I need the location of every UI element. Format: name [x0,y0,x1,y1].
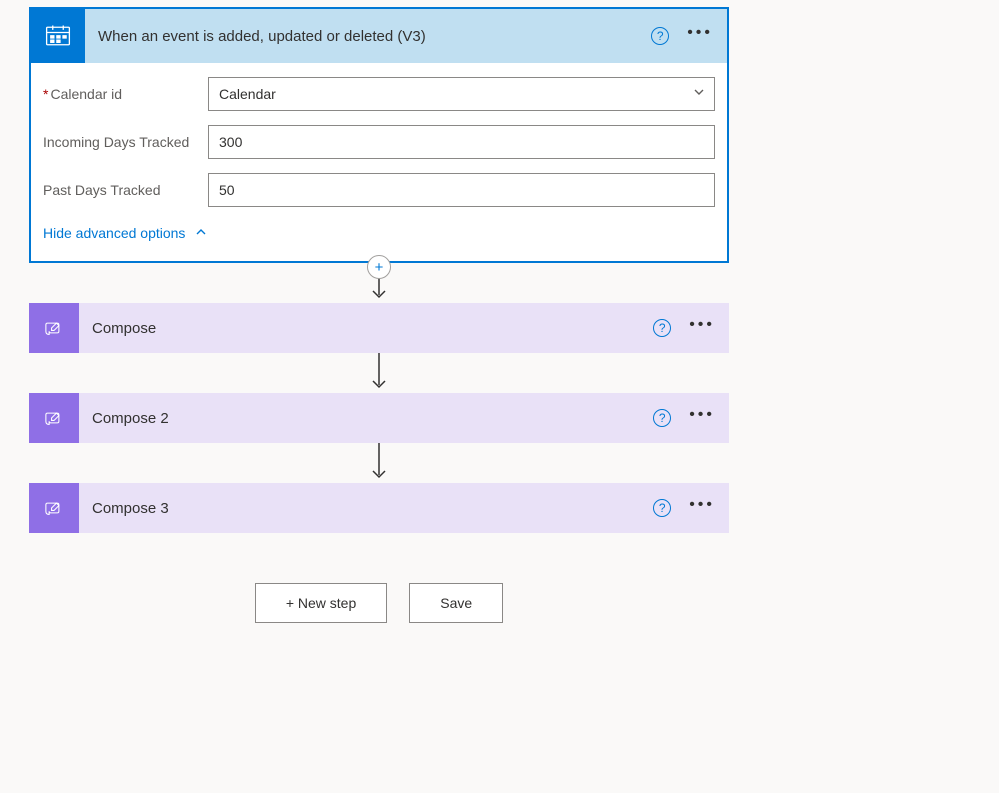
compose-icon [29,483,79,533]
step-title: Compose [79,320,653,337]
button-row: + New step Save [255,583,503,623]
connector [369,353,389,393]
past-days-label: Past Days Tracked [43,182,208,198]
help-icon[interactable]: ? [651,27,669,45]
compose-step-1[interactable]: Compose ? ••• [29,303,729,353]
chevron-up-icon [195,225,207,241]
add-step-button[interactable]: + [367,255,391,279]
more-menu[interactable]: ••• [689,317,715,339]
save-button[interactable]: Save [409,583,503,623]
compose-step-3[interactable]: Compose 3 ? ••• [29,483,729,533]
help-icon[interactable]: ? [653,499,671,517]
compose-icon [29,303,79,353]
incoming-days-input[interactable] [208,125,715,159]
past-days-input[interactable] [208,173,715,207]
compose-icon [29,393,79,443]
outlook-icon [31,9,85,63]
trigger-card: When an event is added, updated or delet… [29,7,729,263]
more-menu[interactable]: ••• [687,25,713,47]
trigger-header[interactable]: When an event is added, updated or delet… [31,9,727,63]
new-step-button[interactable]: + New step [255,583,387,623]
incoming-days-label: Incoming Days Tracked [43,134,208,150]
more-menu[interactable]: ••• [689,407,715,429]
connector [369,443,389,483]
help-icon[interactable]: ? [653,319,671,337]
trigger-title: When an event is added, updated or delet… [85,28,651,45]
calendar-id-select[interactable] [208,77,715,111]
compose-step-2[interactable]: Compose 2 ? ••• [29,393,729,443]
step-title: Compose 3 [79,500,653,517]
calendar-id-label: *Calendar id [43,86,208,102]
step-title: Compose 2 [79,410,653,427]
more-menu[interactable]: ••• [689,497,715,519]
connector: + [369,263,389,303]
trigger-body: *Calendar id Incoming Days Tracked Past … [31,63,727,261]
help-icon[interactable]: ? [653,409,671,427]
